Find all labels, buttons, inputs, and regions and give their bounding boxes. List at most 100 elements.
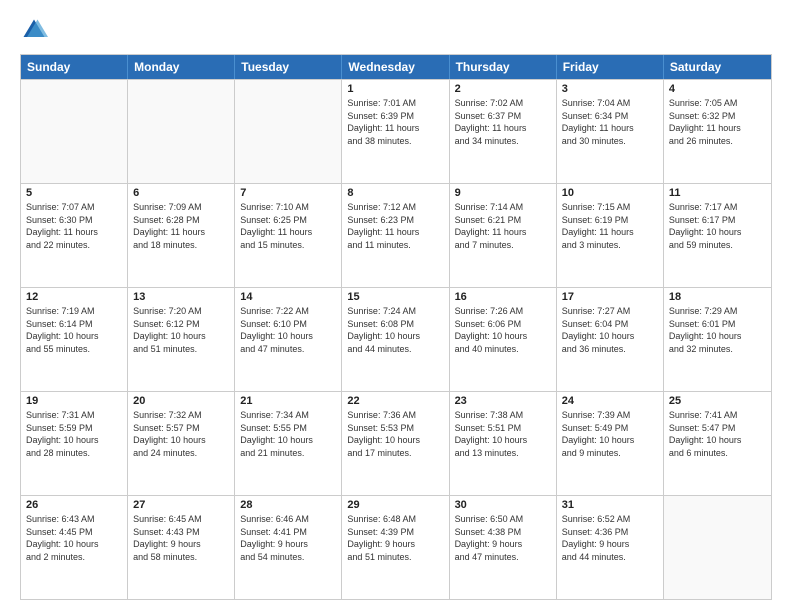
day-cell-13: 13 Sunrise: 7:20 AM Sunset: 6:12 PM Dayli… [128, 288, 235, 391]
day-number: 17 [562, 291, 658, 303]
day-cell-1: 1 Sunrise: 7:01 AM Sunset: 6:39 PM Daylig… [342, 80, 449, 183]
day-cell-23: 23Sunrise: 7:38 AM Sunset: 5:51 PM Dayli… [450, 392, 557, 495]
day-number: 20 [133, 395, 229, 407]
day-number: 24 [562, 395, 658, 407]
empty-cell [21, 80, 128, 183]
day-cell-19: 19 Sunrise: 7:31 AM Sunset: 5:59 PM Dayli… [21, 392, 128, 495]
day-number: 15 [347, 291, 443, 303]
day-info: Sunrise: 7:10 AM Sunset: 6:25 PM Dayligh… [240, 201, 336, 251]
day-number: 4 [669, 83, 766, 95]
day-cell-27: 27Sunrise: 6:45 AM Sunset: 4:43 PM Dayli… [128, 496, 235, 599]
day-info: Sunrise: 7:29 AM Sunset: 6:01 PM Dayligh… [669, 305, 766, 355]
day-header-thursday: Thursday [450, 55, 557, 79]
day-number: 14 [240, 291, 336, 303]
calendar-body: 1 Sunrise: 7:01 AM Sunset: 6:39 PM Daylig… [21, 79, 771, 599]
day-number: 21 [240, 395, 336, 407]
day-cell-18: 18Sunrise: 7:29 AM Sunset: 6:01 PM Dayli… [664, 288, 771, 391]
day-info: Sunrise: 6:43 AM Sunset: 4:45 PM Dayligh… [26, 513, 122, 563]
day-number: 11 [669, 187, 766, 199]
day-cell-31: 31 Sunrise: 6:52 AM Sunset: 4:36 PM Dayli… [557, 496, 664, 599]
day-number: 23 [455, 395, 551, 407]
day-cell-5: 5Sunrise: 7:07 AM Sunset: 6:30 PM Daylig… [21, 184, 128, 287]
day-cell-12: 12Sunrise: 7:19 AM Sunset: 6:14 PM Dayli… [21, 288, 128, 391]
calendar-week-5: 26 Sunrise: 6:43 AM Sunset: 4:45 PM Dayli… [21, 495, 771, 599]
calendar-week-4: 19 Sunrise: 7:31 AM Sunset: 5:59 PM Dayli… [21, 391, 771, 495]
day-info: Sunrise: 7:39 AM Sunset: 5:49 PM Dayligh… [562, 409, 658, 459]
day-cell-2: 2 Sunrise: 7:02 AM Sunset: 6:37 PM Daylig… [450, 80, 557, 183]
day-number: 26 [26, 499, 122, 511]
day-cell-4: 4Sunrise: 7:05 AM Sunset: 6:32 PM Daylig… [664, 80, 771, 183]
day-header-sunday: Sunday [21, 55, 128, 79]
day-cell-29: 29 Sunrise: 6:48 AM Sunset: 4:39 PM Dayli… [342, 496, 449, 599]
day-number: 16 [455, 291, 551, 303]
day-number: 25 [669, 395, 766, 407]
day-info: Sunrise: 6:52 AM Sunset: 4:36 PM Dayligh… [562, 513, 658, 563]
day-info: Sunrise: 7:15 AM Sunset: 6:19 PM Dayligh… [562, 201, 658, 251]
day-header-saturday: Saturday [664, 55, 771, 79]
day-info: Sunrise: 7:22 AM Sunset: 6:10 PM Dayligh… [240, 305, 336, 355]
day-header-friday: Friday [557, 55, 664, 79]
day-info: Sunrise: 7:04 AM Sunset: 6:34 PM Dayligh… [562, 97, 658, 147]
day-number: 2 [455, 83, 551, 95]
day-info: Sunrise: 7:31 AM Sunset: 5:59 PM Dayligh… [26, 409, 122, 459]
day-info: Sunrise: 7:24 AM Sunset: 6:08 PM Dayligh… [347, 305, 443, 355]
day-info: Sunrise: 7:34 AM Sunset: 5:55 PM Dayligh… [240, 409, 336, 459]
day-cell-8: 8 Sunrise: 7:12 AM Sunset: 6:23 PM Daylig… [342, 184, 449, 287]
empty-cell [664, 496, 771, 599]
day-cell-16: 16 Sunrise: 7:26 AM Sunset: 6:06 PM Dayli… [450, 288, 557, 391]
day-header-wednesday: Wednesday [342, 55, 449, 79]
day-info: Sunrise: 6:50 AM Sunset: 4:38 PM Dayligh… [455, 513, 551, 563]
day-cell-25: 25Sunrise: 7:41 AM Sunset: 5:47 PM Dayli… [664, 392, 771, 495]
day-number: 28 [240, 499, 336, 511]
day-number: 13 [133, 291, 229, 303]
day-info: Sunrise: 6:48 AM Sunset: 4:39 PM Dayligh… [347, 513, 443, 563]
day-header-tuesday: Tuesday [235, 55, 342, 79]
day-cell-15: 15 Sunrise: 7:24 AM Sunset: 6:08 PM Dayli… [342, 288, 449, 391]
day-info: Sunrise: 7:12 AM Sunset: 6:23 PM Dayligh… [347, 201, 443, 251]
logo-icon [20, 16, 48, 44]
day-info: Sunrise: 7:36 AM Sunset: 5:53 PM Dayligh… [347, 409, 443, 459]
day-cell-30: 30Sunrise: 6:50 AM Sunset: 4:38 PM Dayli… [450, 496, 557, 599]
header [20, 16, 772, 44]
day-cell-21: 21 Sunrise: 7:34 AM Sunset: 5:55 PM Dayli… [235, 392, 342, 495]
page: SundayMondayTuesdayWednesdayThursdayFrid… [0, 0, 792, 612]
day-info: Sunrise: 7:02 AM Sunset: 6:37 PM Dayligh… [455, 97, 551, 147]
day-info: Sunrise: 7:26 AM Sunset: 6:06 PM Dayligh… [455, 305, 551, 355]
logo [20, 16, 52, 44]
day-number: 12 [26, 291, 122, 303]
day-cell-20: 20 Sunrise: 7:32 AM Sunset: 5:57 PM Dayli… [128, 392, 235, 495]
day-info: Sunrise: 7:09 AM Sunset: 6:28 PM Dayligh… [133, 201, 229, 251]
day-cell-11: 11 Sunrise: 7:17 AM Sunset: 6:17 PM Dayli… [664, 184, 771, 287]
day-info: Sunrise: 7:01 AM Sunset: 6:39 PM Dayligh… [347, 97, 443, 147]
day-cell-9: 9 Sunrise: 7:14 AM Sunset: 6:21 PM Daylig… [450, 184, 557, 287]
day-number: 19 [26, 395, 122, 407]
day-header-monday: Monday [128, 55, 235, 79]
day-number: 8 [347, 187, 443, 199]
day-number: 9 [455, 187, 551, 199]
day-number: 10 [562, 187, 658, 199]
calendar: SundayMondayTuesdayWednesdayThursdayFrid… [20, 54, 772, 600]
day-info: Sunrise: 7:14 AM Sunset: 6:21 PM Dayligh… [455, 201, 551, 251]
day-number: 29 [347, 499, 443, 511]
day-info: Sunrise: 7:32 AM Sunset: 5:57 PM Dayligh… [133, 409, 229, 459]
day-info: Sunrise: 7:20 AM Sunset: 6:12 PM Dayligh… [133, 305, 229, 355]
empty-cell [128, 80, 235, 183]
day-cell-7: 7Sunrise: 7:10 AM Sunset: 6:25 PM Daylig… [235, 184, 342, 287]
day-cell-6: 6 Sunrise: 7:09 AM Sunset: 6:28 PM Daylig… [128, 184, 235, 287]
day-cell-10: 10 Sunrise: 7:15 AM Sunset: 6:19 PM Dayli… [557, 184, 664, 287]
calendar-week-1: 1 Sunrise: 7:01 AM Sunset: 6:39 PM Daylig… [21, 79, 771, 183]
day-number: 1 [347, 83, 443, 95]
empty-cell [235, 80, 342, 183]
day-cell-26: 26 Sunrise: 6:43 AM Sunset: 4:45 PM Dayli… [21, 496, 128, 599]
day-number: 31 [562, 499, 658, 511]
day-number: 22 [347, 395, 443, 407]
day-cell-14: 14 Sunrise: 7:22 AM Sunset: 6:10 PM Dayli… [235, 288, 342, 391]
day-info: Sunrise: 6:46 AM Sunset: 4:41 PM Dayligh… [240, 513, 336, 563]
day-info: Sunrise: 7:07 AM Sunset: 6:30 PM Dayligh… [26, 201, 122, 251]
day-info: Sunrise: 7:17 AM Sunset: 6:17 PM Dayligh… [669, 201, 766, 251]
calendar-header: SundayMondayTuesdayWednesdayThursdayFrid… [21, 55, 771, 79]
day-cell-22: 22 Sunrise: 7:36 AM Sunset: 5:53 PM Dayli… [342, 392, 449, 495]
day-cell-24: 24 Sunrise: 7:39 AM Sunset: 5:49 PM Dayli… [557, 392, 664, 495]
day-info: Sunrise: 7:27 AM Sunset: 6:04 PM Dayligh… [562, 305, 658, 355]
day-number: 6 [133, 187, 229, 199]
